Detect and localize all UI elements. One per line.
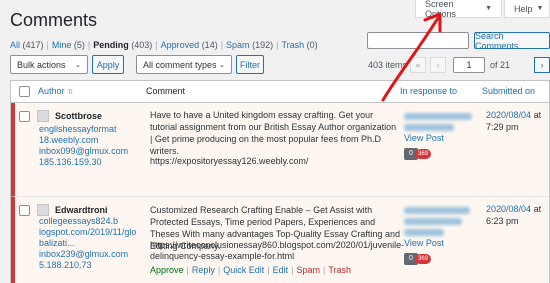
caret-down-icon: ▼ bbox=[485, 5, 492, 12]
pending-count: 369 bbox=[415, 253, 432, 264]
prev-page-button[interactable]: ‹ bbox=[430, 57, 446, 73]
action-separator: | bbox=[186, 265, 189, 275]
quick-edit-action[interactable]: Quick Edit bbox=[223, 265, 264, 275]
filter-separator: | bbox=[46, 40, 49, 50]
column-author[interactable]: Author ⇅ bbox=[38, 86, 73, 96]
reply-action[interactable]: Reply bbox=[192, 265, 215, 275]
author-ip: 185.136.159.30 bbox=[39, 157, 102, 167]
column-submitted-on[interactable]: Submitted on bbox=[482, 86, 535, 96]
apply-button[interactable]: Apply bbox=[92, 55, 124, 74]
help-label: Help bbox=[514, 3, 533, 14]
screen-options-tab[interactable]: Screen Options ▼ bbox=[415, 0, 502, 19]
first-page-button[interactable]: « bbox=[410, 57, 426, 73]
action-separator: | bbox=[322, 265, 326, 275]
filter-separator: | bbox=[87, 40, 91, 50]
table-row: Edwardtroni collegeessays824.b logspot.c… bbox=[11, 197, 549, 283]
comment-type-select[interactable]: All comment types ⌄ bbox=[136, 55, 232, 74]
comments-table: Author ⇅ Comment In response to Submitted… bbox=[10, 80, 550, 283]
submitted-time: 6:23 pm bbox=[486, 216, 519, 226]
bulk-actions-select[interactable]: Bulk actions ⌄ bbox=[10, 55, 88, 74]
chevron-down-icon: ⌄ bbox=[75, 61, 81, 69]
filter-spam[interactable]: Spam (192) bbox=[226, 40, 273, 50]
table-header: Author ⇅ Comment In response to Submitted… bbox=[11, 81, 549, 103]
status-filters: All (417) | Mine (5) | Pending (403) | A… bbox=[10, 40, 318, 50]
filter-approved[interactable]: Approved (14) bbox=[161, 40, 218, 50]
items-count: 403 items bbox=[368, 60, 408, 70]
avatar bbox=[37, 110, 49, 122]
response-post-title[interactable] bbox=[404, 229, 444, 236]
author-url[interactable]: englishessayformat 18.weebly.com inbox09… bbox=[39, 124, 128, 168]
help-tab[interactable]: Help ▼ bbox=[504, 0, 550, 18]
total-pages: of 21 bbox=[490, 60, 511, 70]
action-separator: | bbox=[217, 265, 221, 275]
view-post-link[interactable]: View Post bbox=[404, 133, 444, 143]
sort-icon: ⇅ bbox=[67, 89, 74, 96]
row-checkbox[interactable] bbox=[19, 205, 30, 216]
page-title: Comments bbox=[10, 10, 98, 30]
author-url[interactable]: collegeessays824.b logspot.com/2019/11/g… bbox=[39, 216, 136, 271]
response-post-title[interactable] bbox=[404, 218, 462, 225]
next-page-button[interactable]: › bbox=[534, 57, 550, 73]
screen-options-label: Screen Options bbox=[425, 0, 457, 19]
response-post-title[interactable] bbox=[404, 124, 454, 131]
comment-link: https://expositoryessay126.weebly.com/ bbox=[150, 156, 309, 166]
action-separator: | bbox=[291, 265, 294, 275]
search-comments-button[interactable]: Search Comments bbox=[474, 31, 550, 51]
search-input[interactable] bbox=[367, 32, 469, 49]
author-ip: 5.188.210.73 bbox=[39, 260, 92, 270]
pending-count: 369 bbox=[415, 148, 432, 159]
author-name: Scottbrose bbox=[55, 111, 103, 121]
bulk-actions-value: Bulk actions bbox=[17, 59, 66, 70]
filter-mine[interactable]: Mine (5) bbox=[52, 40, 85, 50]
submitted-time: 7:29 pm bbox=[486, 122, 519, 132]
comment-count-bubble[interactable]: 0 369 bbox=[404, 252, 432, 265]
spam-action[interactable]: Spam bbox=[296, 265, 320, 275]
column-in-response-to[interactable]: In response to bbox=[400, 86, 457, 96]
comment-text: Have to have a United kingdom essay craf… bbox=[150, 110, 397, 156]
view-post-link[interactable]: View Post bbox=[404, 238, 444, 248]
chevron-down-icon: ⌄ bbox=[219, 61, 225, 69]
submitted-on: 2020/08/04 at 7:29 pm bbox=[486, 110, 542, 132]
approve-action[interactable]: Approve bbox=[150, 265, 184, 275]
submitted-on: 2020/08/04 at 6:23 pm bbox=[486, 204, 542, 226]
trash-action[interactable]: Trash bbox=[328, 265, 351, 275]
action-separator: | bbox=[267, 265, 270, 275]
column-comment: Comment bbox=[146, 86, 186, 96]
caret-down-icon: ▼ bbox=[536, 5, 544, 12]
filter-pending[interactable]: Pending (403) bbox=[93, 40, 152, 50]
filter-separator: | bbox=[276, 40, 279, 50]
row-actions: Approve | Reply | Quick Edit | Edit | Sp… bbox=[150, 265, 351, 275]
submitted-date[interactable]: 2020/08/04 bbox=[486, 110, 531, 120]
filter-trash[interactable]: Trash (0) bbox=[281, 40, 317, 50]
select-all-checkbox[interactable] bbox=[19, 86, 30, 97]
filter-all[interactable]: All (417) bbox=[10, 40, 44, 50]
author-email: inbox239@glmux.com bbox=[39, 249, 129, 259]
response-post-title[interactable] bbox=[404, 207, 470, 214]
filter-button[interactable]: Filter bbox=[236, 55, 264, 74]
row-checkbox[interactable] bbox=[19, 111, 30, 122]
filter-separator: | bbox=[155, 40, 158, 50]
comment-link: https://writeconclusionessay860.blogspot… bbox=[150, 240, 405, 261]
current-page-input[interactable]: 1 bbox=[453, 57, 485, 73]
submitted-date[interactable]: 2020/08/04 bbox=[486, 204, 531, 214]
comment-type-value: All comment types bbox=[143, 59, 217, 70]
avatar bbox=[37, 204, 49, 216]
filter-separator: | bbox=[220, 40, 224, 50]
response-post-title[interactable] bbox=[404, 113, 472, 120]
comment-count-bubble[interactable]: 0 369 bbox=[404, 147, 432, 160]
edit-action[interactable]: Edit bbox=[273, 265, 289, 275]
author-email: inbox099@glmux.com bbox=[39, 146, 129, 156]
author-name: Edwardtroni bbox=[55, 205, 108, 215]
table-row: Scottbrose englishessayformat 18.weebly.… bbox=[11, 103, 549, 197]
